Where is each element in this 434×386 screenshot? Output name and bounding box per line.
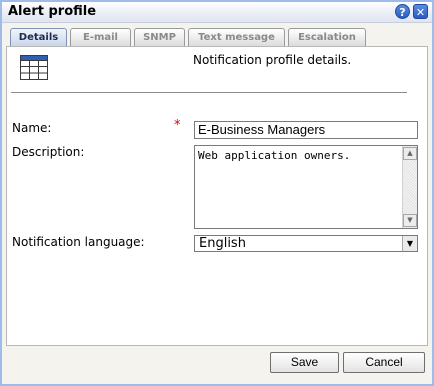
tab-escalation[interactable]: Escalation xyxy=(288,28,366,46)
required-marker: * xyxy=(174,118,181,133)
scroll-up-icon[interactable]: ▲ xyxy=(403,147,417,160)
help-icon: ? xyxy=(399,6,406,19)
title-bar[interactable]: Alert profile ? ✕ xyxy=(2,2,432,23)
divider xyxy=(11,92,407,93)
scroll-down-icon[interactable]: ▼ xyxy=(403,214,417,227)
dialog-title: Alert profile xyxy=(8,4,97,19)
close-icon: ✕ xyxy=(415,6,426,19)
cancel-button[interactable]: Cancel xyxy=(343,352,425,373)
dialog-footer: Save Cancel xyxy=(6,348,428,382)
language-value: English xyxy=(199,236,246,251)
intro-text: Notification profile details. xyxy=(193,53,352,67)
close-button[interactable]: ✕ xyxy=(413,4,428,19)
tab-snmp[interactable]: SNMP xyxy=(134,28,185,46)
chevron-down-icon[interactable]: ▼ xyxy=(402,236,417,251)
details-panel: Notification profile details. Name: * E-… xyxy=(6,46,428,346)
description-text: Web application owners. xyxy=(198,149,351,162)
tab-email[interactable]: E-mail xyxy=(70,28,131,46)
description-label: Description: xyxy=(12,145,85,159)
tab-text-message[interactable]: Text message xyxy=(188,28,285,46)
description-textarea[interactable]: Web application owners. ▲ ▼ xyxy=(194,145,418,229)
alert-profile-dialog: Alert profile ? ✕ Details E-mail SNMP Te… xyxy=(0,0,434,386)
tab-details[interactable]: Details xyxy=(10,28,67,46)
grid-icon xyxy=(20,55,48,80)
description-scrollbar[interactable]: ▲ ▼ xyxy=(402,146,417,228)
language-select[interactable]: English ▼ xyxy=(194,235,418,252)
name-label: Name: xyxy=(12,121,52,135)
help-button[interactable]: ? xyxy=(395,4,410,19)
name-input[interactable]: E-Business Managers xyxy=(194,121,418,139)
language-label: Notification language: xyxy=(12,235,145,249)
save-button[interactable]: Save xyxy=(270,352,339,373)
